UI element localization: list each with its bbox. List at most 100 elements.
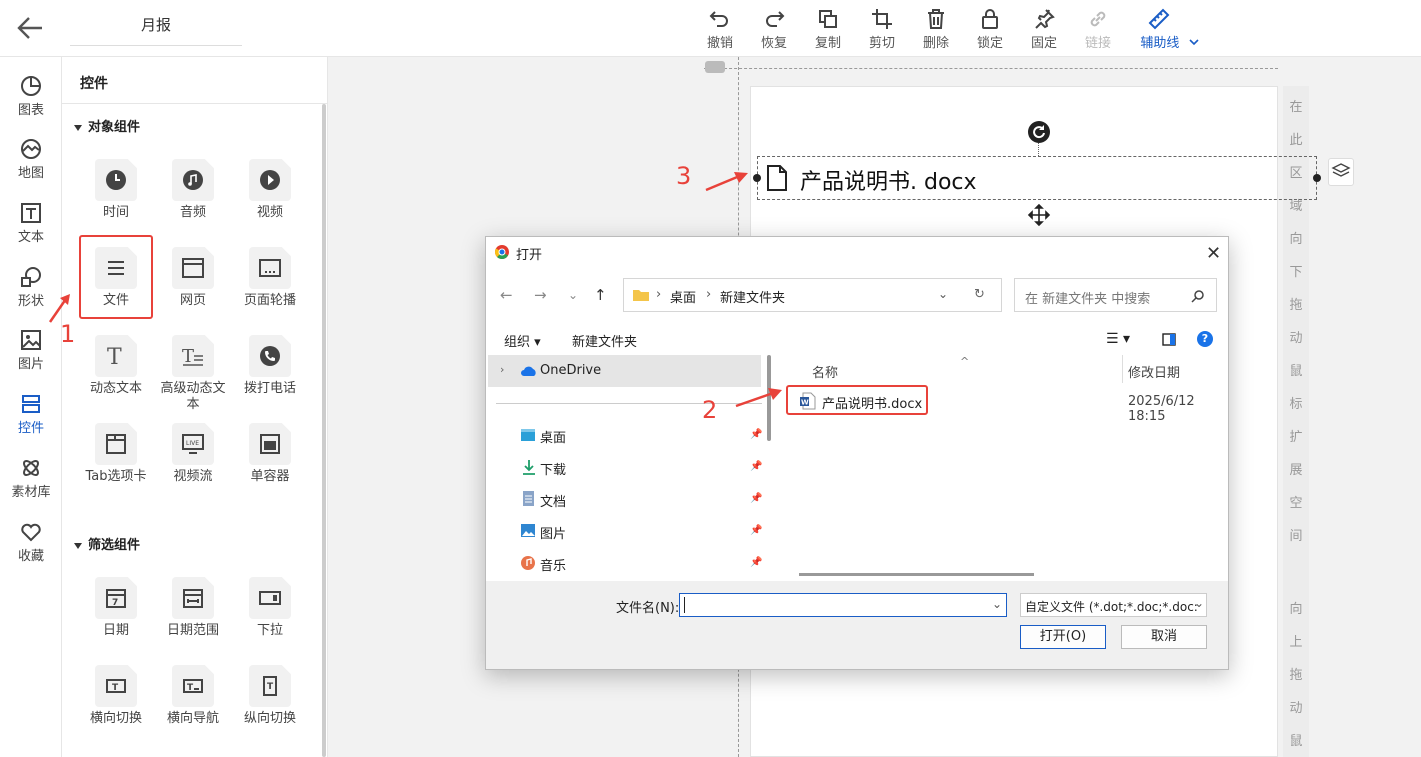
- column-date[interactable]: 修改日期: [1128, 362, 1180, 381]
- tree-item-desktop[interactable]: 桌面 📌: [488, 423, 762, 447]
- guide-tag-icon[interactable]: [705, 61, 725, 73]
- chevron-down-icon[interactable]: ⌄: [992, 597, 1002, 611]
- view-menu-icon[interactable]: ☰ ▾: [1106, 331, 1130, 347]
- file-row-docx[interactable]: W 产品说明书.docx: [786, 385, 928, 415]
- file-widget[interactable]: 产品说明书. docx: [757, 156, 1317, 200]
- pin-icon[interactable]: 📌: [750, 429, 762, 440]
- pin-icon[interactable]: 📌: [750, 493, 762, 504]
- widget-label: 横向导航: [166, 711, 219, 726]
- widget-tab[interactable]: Tab选项卡: [78, 423, 154, 501]
- chevron-right-icon[interactable]: ›: [500, 363, 504, 376]
- chevron-down-icon[interactable]: ⌄: [938, 287, 948, 301]
- section-filter-widgets[interactable]: 筛选组件: [74, 534, 140, 553]
- address-bar[interactable]: › 桌面 › 新建文件夹 ⌄ ↻: [623, 278, 1002, 312]
- cancel-button[interactable]: 取消: [1121, 625, 1207, 649]
- chevron-down-icon[interactable]: ⌄: [568, 288, 578, 302]
- resize-handle-right[interactable]: [1313, 174, 1321, 182]
- help-icon[interactable]: ?: [1197, 331, 1213, 347]
- lock-button[interactable]: 锁定: [968, 8, 1012, 52]
- undo-button[interactable]: 撤销: [698, 8, 742, 52]
- pin-icon[interactable]: 📌: [750, 557, 762, 568]
- section-label: 筛选组件: [88, 538, 141, 553]
- rail-item-map[interactable]: 地图: [0, 138, 62, 198]
- back-arrow-icon[interactable]: [14, 12, 48, 44]
- section-object-widgets[interactable]: 对象组件: [74, 116, 140, 135]
- widget-panel: 控件 对象组件 时间 音频 视频 文件 网页 页面轮播 T 动态文本 T 高级动态文…: [62, 57, 328, 757]
- widget-webpage[interactable]: 网页: [155, 247, 231, 325]
- column-divider[interactable]: [1122, 355, 1123, 383]
- back-icon[interactable]: ←: [500, 286, 513, 304]
- breadcrumb-new-folder[interactable]: 新建文件夹: [720, 287, 785, 306]
- cut-button[interactable]: 剪切: [860, 8, 904, 52]
- widget-dropdown[interactable]: 下拉: [232, 577, 308, 655]
- rail-item-text[interactable]: 文本: [0, 202, 62, 262]
- widget-date[interactable]: 7 日期: [78, 577, 154, 655]
- widget-time[interactable]: 时间: [78, 159, 154, 237]
- widget-video[interactable]: 视频: [232, 159, 308, 237]
- rail-item-chart[interactable]: 图表: [0, 75, 62, 135]
- delete-button[interactable]: 删除: [914, 8, 958, 52]
- copy-button[interactable]: 复制: [806, 8, 850, 52]
- widget-phone-call[interactable]: 拨打电话: [232, 335, 308, 413]
- preview-pane-icon[interactable]: [1162, 333, 1176, 346]
- tree-label: 图片: [540, 527, 567, 542]
- redo-label: 恢复: [760, 36, 787, 51]
- rail-item-widgets[interactable]: 控件: [0, 393, 62, 453]
- rail-item-assets[interactable]: 素材库: [0, 457, 62, 517]
- chevron-down-icon[interactable]: ⌄: [1194, 596, 1204, 610]
- layers-button[interactable]: [1328, 158, 1354, 186]
- widget-audio[interactable]: 音频: [155, 159, 231, 237]
- link-button[interactable]: 链接: [1076, 8, 1120, 52]
- forward-icon[interactable]: →: [534, 286, 547, 304]
- list-scrollbar[interactable]: [799, 573, 1034, 576]
- hint-char: 标: [1289, 397, 1303, 412]
- widget-container[interactable]: 单容器: [232, 423, 308, 501]
- up-icon[interactable]: ↑: [594, 286, 607, 304]
- breadcrumb-separator: ›: [656, 287, 662, 302]
- tree-item-documents[interactable]: 文档 📌: [488, 487, 762, 511]
- tree-item-music[interactable]: 音乐 📌: [488, 551, 762, 575]
- organize-button[interactable]: 组织 ▾: [504, 331, 541, 350]
- rotate-handle-icon[interactable]: [1028, 121, 1050, 143]
- widget-vertical-switch[interactable]: T 纵向切换: [232, 665, 308, 743]
- filename-input[interactable]: ⌄: [679, 593, 1007, 617]
- new-folder-button[interactable]: 新建文件夹: [572, 331, 637, 350]
- widget-carousel[interactable]: 页面轮播: [232, 247, 308, 325]
- rail-item-image[interactable]: 图片: [0, 329, 62, 389]
- rail-item-favorites[interactable]: 收藏: [0, 521, 62, 581]
- redo-button[interactable]: 恢复: [752, 8, 796, 52]
- panel-scrollbar[interactable]: [322, 104, 326, 757]
- widget-label: 纵向切换: [243, 711, 296, 726]
- widget-date-range[interactable]: 日期范围: [155, 577, 231, 655]
- guides-button[interactable]: 辅助线: [1134, 8, 1206, 52]
- tree-item-downloads[interactable]: 下载 📌: [488, 455, 762, 479]
- download-icon: [523, 460, 535, 475]
- svg-text:LIVE: LIVE: [186, 440, 199, 447]
- close-icon[interactable]: ✕: [1206, 243, 1221, 264]
- dropdown-icon: [259, 591, 281, 605]
- widget-advanced-dynamic-text[interactable]: T 高级动态文本: [155, 335, 231, 413]
- widget-video-stream[interactable]: LIVE 视频流: [155, 423, 231, 501]
- pin-button[interactable]: 固定: [1022, 8, 1066, 52]
- resize-handle-left[interactable]: [753, 174, 761, 182]
- filetype-select[interactable]: 自定义文件 (*.dot;*.doc;*.doc:: [1020, 593, 1207, 617]
- widget-label: 动态文本: [89, 381, 142, 396]
- open-button[interactable]: 打开(O): [1020, 625, 1106, 649]
- tree-item-onedrive[interactable]: › OneDrive: [488, 355, 761, 387]
- breadcrumb-desktop[interactable]: 桌面: [670, 287, 696, 306]
- page-title[interactable]: 月报: [70, 14, 242, 46]
- widget-horizontal-nav[interactable]: T 横向导航: [155, 665, 231, 743]
- chevron-down-icon[interactable]: [1188, 37, 1200, 47]
- tree-item-pictures[interactable]: 图片 📌: [488, 519, 762, 543]
- rail-label: 图片: [17, 357, 44, 372]
- column-name[interactable]: 名称: [812, 362, 838, 381]
- search-box[interactable]: 在 新建文件夹 中搜索: [1014, 278, 1217, 312]
- move-handle-icon[interactable]: [1027, 203, 1051, 231]
- guide-line-horizontal[interactable]: [704, 68, 1278, 69]
- widget-dynamic-text[interactable]: T 动态文本: [78, 335, 154, 413]
- annotation-1: 1: [60, 320, 76, 348]
- widget-horizontal-switch[interactable]: T 横向切换: [78, 665, 154, 743]
- pin-icon[interactable]: 📌: [750, 525, 762, 536]
- refresh-icon[interactable]: ↻: [974, 287, 985, 302]
- pin-icon[interactable]: 📌: [750, 461, 762, 472]
